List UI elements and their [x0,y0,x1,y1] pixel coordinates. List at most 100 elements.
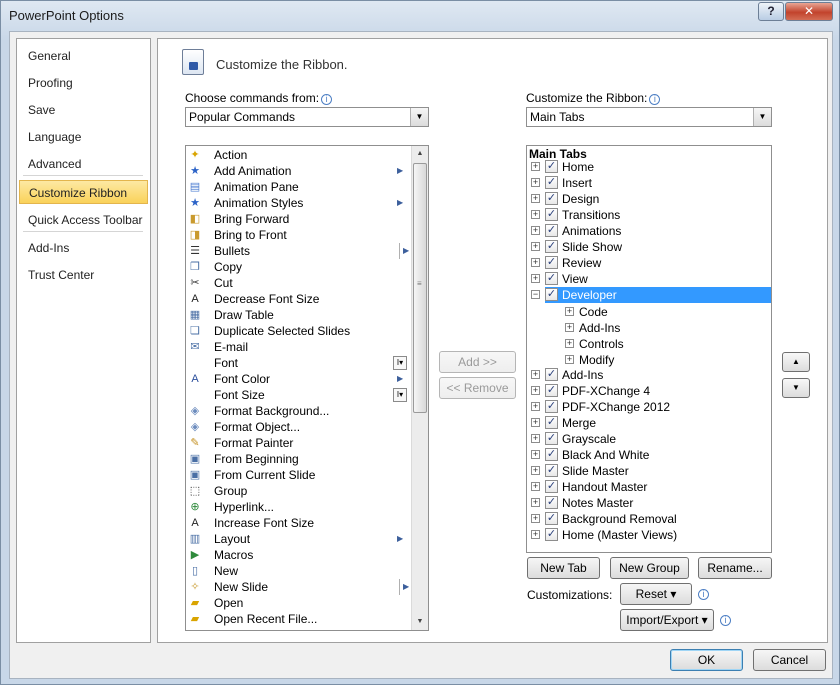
checkbox[interactable]: ✓ [545,480,558,493]
expand-icon[interactable]: + [531,530,540,539]
checkbox[interactable]: ✓ [545,368,558,381]
collapse-icon[interactable]: − [531,290,540,299]
scroll-down-icon[interactable]: ▼ [412,614,428,630]
list-item[interactable]: ▰ Open [186,595,412,611]
list-item[interactable]: ◈ Format Object... [186,419,412,435]
checkbox[interactable]: ✓ [545,160,558,173]
expand-icon[interactable]: + [531,242,540,251]
nav-item-trust-center[interactable]: Trust Center [19,263,148,287]
list-item[interactable]: ⬚ Group [186,483,412,499]
tree-item-merge[interactable]: + ✓ Merge [527,415,771,431]
tree-item-slide-master[interactable]: + ✓ Slide Master [527,463,771,479]
tree-item-review[interactable]: + ✓ Review [527,255,771,271]
expand-icon[interactable]: + [531,210,540,219]
list-item[interactable]: ◧ Bring Forward [186,211,412,227]
expand-icon[interactable]: + [531,178,540,187]
new-tab-button[interactable]: New Tab [527,557,600,579]
tree-item-insert[interactable]: + ✓ Insert [527,175,771,191]
list-item[interactable]: ❏ Duplicate Selected Slides [186,323,412,339]
list-item[interactable]: ✧ New Slide ▶ [186,579,412,595]
tree-item-home[interactable]: + ✓ Home [527,159,771,175]
list-item[interactable]: ▣ From Beginning [186,451,412,467]
tree-item-pdf-xchange-4[interactable]: + ✓ PDF-XChange 4 [527,383,771,399]
tree-item-grayscale[interactable]: + ✓ Grayscale [527,431,771,447]
checkbox[interactable]: ✓ [545,528,558,541]
checkbox[interactable]: ✓ [545,256,558,269]
expand-icon[interactable]: + [531,402,540,411]
new-group-button[interactable]: New Group [610,557,689,579]
list-item[interactable]: ▣ From Current Slide [186,467,412,483]
checkbox[interactable]: ✓ [545,272,558,285]
info-icon[interactable]: i [649,94,661,105]
checkbox[interactable]: ✓ [545,176,558,189]
expand-icon[interactable]: + [531,434,540,443]
expand-icon[interactable]: + [531,498,540,507]
info-icon[interactable]: i [321,94,333,105]
expand-icon[interactable]: + [531,418,540,427]
expand-icon[interactable]: + [531,514,540,523]
rename-button[interactable]: Rename... [698,557,772,579]
chevron-down-icon[interactable]: ▼ [753,108,771,126]
tree-item-handout-master[interactable]: + ✓ Handout Master [527,479,771,495]
help-button[interactable]: ? [758,2,784,21]
expand-icon[interactable]: + [531,386,540,395]
tree-group-modify[interactable]: + Modify [527,352,771,368]
tree-group-add-ins[interactable]: + Add-Ins [527,320,771,336]
expand-icon[interactable]: + [531,162,540,171]
expand-icon[interactable]: + [531,450,540,459]
tree-item-transitions[interactable]: + ✓ Transitions [527,207,771,223]
checkbox[interactable]: ✓ [545,400,558,413]
customize-ribbon-combo[interactable]: Main Tabs ▼ [526,107,772,127]
list-item[interactable]: ▦ Draw Table [186,307,412,323]
remove-button[interactable]: << Remove [439,377,516,399]
close-button[interactable]: ✕ [785,2,833,21]
list-item[interactable]: ★ Add Animation ▶ [186,163,412,179]
list-item[interactable]: ◨ Bring to Front [186,227,412,243]
checkbox[interactable]: ✓ [545,384,558,397]
list-item[interactable]: Font Size I▾ [186,387,412,403]
list-item[interactable]: ★ Animation Styles ▶ [186,195,412,211]
info-icon[interactable]: i [720,615,731,626]
checkbox[interactable]: ✓ [545,464,558,477]
nav-item-quick-access-toolbar[interactable]: Quick Access Toolbar [19,208,148,232]
checkbox[interactable]: ✓ [545,496,558,509]
nav-item-save[interactable]: Save [19,98,148,122]
checkbox[interactable]: ✓ [545,512,558,525]
cancel-button[interactable]: Cancel [753,649,826,671]
nav-item-proofing[interactable]: Proofing [19,71,148,95]
tree-item-home-master-views-[interactable]: + ✓ Home (Master Views) [527,527,771,543]
checkbox[interactable]: ✓ [545,448,558,461]
nav-item-advanced[interactable]: Advanced [19,152,148,176]
expand-icon[interactable]: + [531,274,540,283]
tree-group-code[interactable]: + Code [527,304,771,320]
expand-icon[interactable]: + [565,339,574,348]
tree-item-add-ins[interactable]: + ✓ Add-Ins [527,367,771,383]
scroll-up-icon[interactable]: ▲ [412,146,428,162]
expand-icon[interactable]: + [565,355,574,364]
checkbox[interactable]: ✓ [545,288,558,301]
list-item[interactable]: ✂ Cut [186,275,412,291]
tree-item-view[interactable]: + ✓ View [527,271,771,287]
list-item[interactable]: ☰ Bullets ▶ [186,243,412,259]
ok-button[interactable]: OK [670,649,743,671]
list-item[interactable]: ✦ Action [186,147,412,163]
reset-button[interactable]: Reset ▾ [620,583,692,605]
tree-item-animations[interactable]: + ✓ Animations [527,223,771,239]
import-export-button[interactable]: Import/Export ▾ [620,609,714,631]
info-icon[interactable]: i [698,589,709,600]
tree-item-developer[interactable]: − ✓ Developer [531,287,771,303]
tree-item-notes-master[interactable]: + ✓ Notes Master [527,495,771,511]
commands-scrollbar[interactable]: ▲ ≡ ▼ [411,146,428,630]
checkbox[interactable]: ✓ [545,432,558,445]
add-button[interactable]: Add >> [439,351,516,373]
list-item[interactable]: ✉ E-mail [186,339,412,355]
list-item[interactable]: ▶ Macros [186,547,412,563]
list-item[interactable]: ▯ New [186,563,412,579]
nav-item-customize-ribbon[interactable]: Customize Ribbon [19,180,148,204]
expand-icon[interactable]: + [531,482,540,491]
expand-icon[interactable]: + [565,307,574,316]
list-item[interactable]: ✎ Format Painter [186,435,412,451]
list-item[interactable]: ⊕ Hyperlink... [186,499,412,515]
chevron-down-icon[interactable]: ▼ [410,108,428,126]
checkbox[interactable]: ✓ [545,192,558,205]
